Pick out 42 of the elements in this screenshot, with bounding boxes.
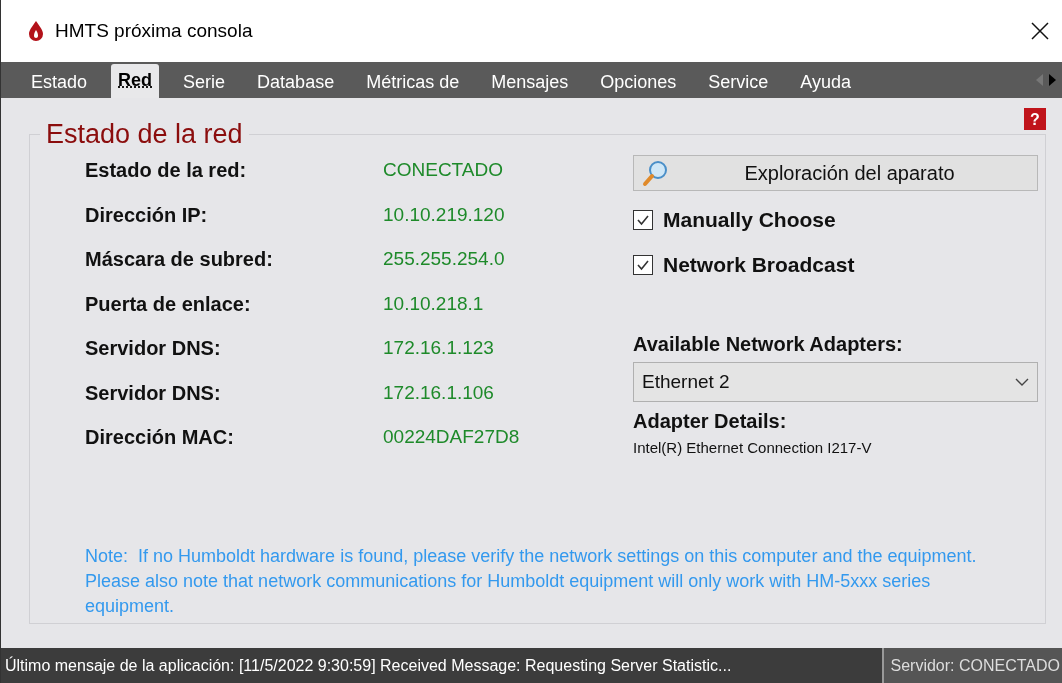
- field-value: 10.10.218.1: [383, 291, 485, 316]
- check-icon: [636, 213, 650, 227]
- field-value: 00224DAF27D8: [383, 425, 521, 449]
- tab[interactable]: Métricas de: [350, 66, 476, 98]
- scroll-right-icon[interactable]: [1048, 74, 1056, 86]
- field-value: 255.255.254.0: [383, 247, 506, 271]
- window-title: HMTS próxima consola: [55, 20, 254, 42]
- tab[interactable]: Serie: [167, 66, 242, 98]
- field-value: CONECTADO: [383, 158, 504, 182]
- chevron-down-icon: [1015, 378, 1029, 386]
- field-label: Estado de la red:: [85, 158, 248, 183]
- help-icon[interactable]: ?: [1024, 108, 1046, 130]
- adapters-label: Available Network Adapters:: [633, 333, 904, 356]
- scan-button[interactable]: Exploración del aparato: [633, 155, 1038, 191]
- note-text: Note: If no Humboldt hardware is found, please verify the network settings on this computer and the equipment. Please also note that network communications for Humboldt equipment will only work with HM-5xxx series equipment.: [85, 545, 978, 618]
- check-icon: [636, 258, 650, 272]
- field-value: 10.10.219.120: [383, 202, 506, 227]
- server-status: Servidor: CONECTADO: [884, 648, 1062, 683]
- checkbox[interactable]: [633, 255, 653, 275]
- field-value: 172.16.1.106: [383, 380, 495, 405]
- details-label: Adapter Details:: [633, 410, 788, 433]
- tab[interactable]: Estado: [15, 66, 104, 98]
- field-label: Servidor DNS:: [85, 336, 222, 361]
- tab[interactable]: Database: [241, 66, 351, 98]
- tab[interactable]: Red: [111, 64, 160, 98]
- tab[interactable]: Service: [692, 66, 785, 98]
- field-label: Máscara de subred:: [85, 247, 274, 272]
- checkbox[interactable]: [633, 210, 653, 230]
- field-label: Puerta de enlace:: [85, 291, 252, 317]
- adapter-dropdown[interactable]: Ethernet 2: [633, 362, 1038, 402]
- tab[interactable]: Ayuda: [784, 66, 868, 98]
- magnifier-icon: [642, 159, 670, 187]
- field-label: Dirección IP:: [85, 202, 209, 228]
- checkbox-label[interactable]: Manually Choose: [663, 208, 836, 232]
- tab[interactable]: Mensajes: [475, 66, 585, 98]
- field-value: 172.16.1.123: [383, 336, 495, 360]
- field-label: Dirección MAC:: [85, 425, 235, 450]
- field-label: Servidor DNS:: [85, 380, 222, 406]
- tab[interactable]: Opciones: [584, 66, 693, 98]
- checkbox-label[interactable]: Network Broadcast: [663, 253, 855, 277]
- adapter-details: Intel(R) Ethernet Connection I217-V: [633, 439, 873, 456]
- close-icon[interactable]: [1030, 21, 1050, 41]
